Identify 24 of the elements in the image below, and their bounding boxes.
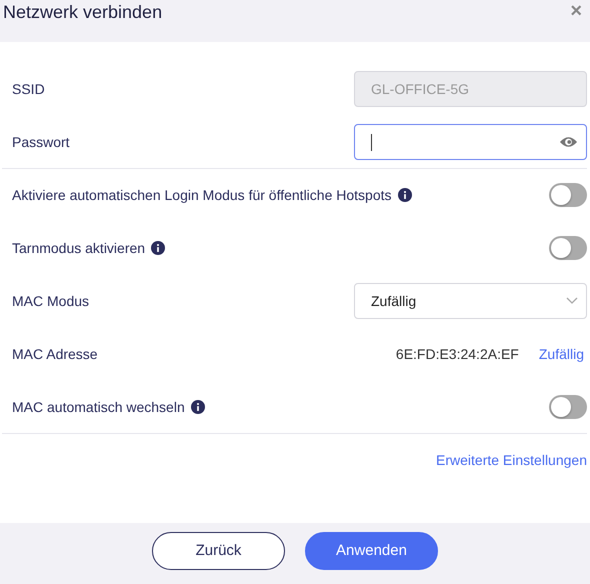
chevron-down-icon xyxy=(566,297,578,305)
info-icon[interactable] xyxy=(190,400,205,414)
eye-icon[interactable] xyxy=(559,135,578,149)
field-label: MAC Modus xyxy=(12,293,90,309)
field-label: MAC Adresse xyxy=(12,346,98,362)
back-button[interactable]: Zurück xyxy=(152,532,285,570)
apply-button[interactable]: Anwenden xyxy=(305,532,438,570)
toggle-switch[interactable] xyxy=(549,236,587,260)
field-label: MAC automatisch wechseln xyxy=(12,399,185,415)
window-title: Netzwerk verbinden xyxy=(3,1,162,23)
field-label: Passwort xyxy=(12,134,70,150)
info-icon[interactable] xyxy=(398,188,412,202)
mac-address: 6E:FD:E3:24:2A:EF xyxy=(396,346,519,362)
field-label: Aktiviere automatischen Login Modus für öffentliche Hotspots xyxy=(12,187,392,203)
field-label: SSID xyxy=(12,81,45,97)
close-button[interactable]: × xyxy=(568,0,584,22)
mac-mode-dropdown[interactable]: Zufällig xyxy=(354,283,587,319)
toggle-switch[interactable] xyxy=(549,395,587,419)
info-icon[interactable] xyxy=(151,241,166,255)
field-label: Tarnmodus aktivieren xyxy=(12,240,146,256)
random-link[interactable]: Zufällig xyxy=(538,346,584,362)
toggle-switch[interactable] xyxy=(549,183,587,207)
advanced-settings-link[interactable]: Erweiterte Einstellungen xyxy=(436,452,587,468)
password-field[interactable] xyxy=(354,124,587,160)
